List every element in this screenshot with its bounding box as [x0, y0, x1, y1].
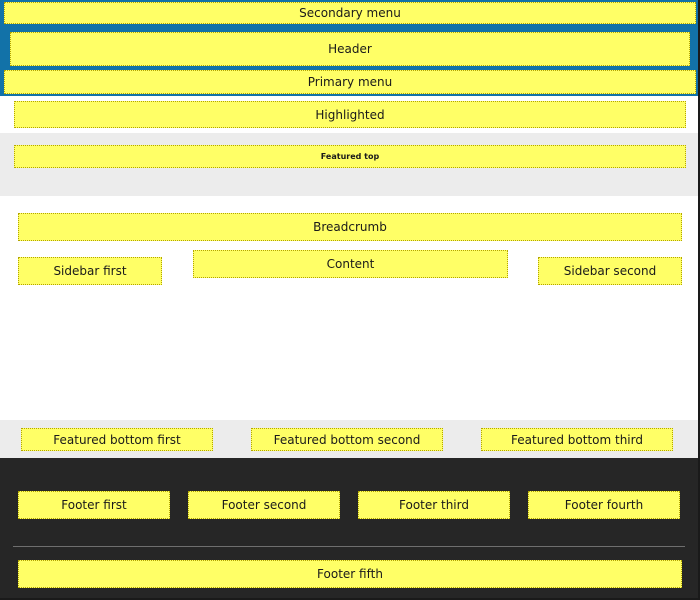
region-highlighted[interactable]: Highlighted: [14, 101, 686, 128]
region-featured-bottom-first[interactable]: Featured bottom first: [21, 428, 213, 451]
region-header[interactable]: Header: [10, 32, 690, 66]
region-footer-fourth[interactable]: Footer fourth: [528, 491, 680, 519]
region-secondary-menu[interactable]: Secondary menu: [4, 2, 696, 24]
footer-divider: [13, 546, 685, 547]
region-sidebar-second[interactable]: Sidebar second: [538, 257, 682, 285]
region-sidebar-first[interactable]: Sidebar first: [18, 257, 162, 285]
region-footer-first[interactable]: Footer first: [18, 491, 170, 519]
region-featured-bottom-third[interactable]: Featured bottom third: [481, 428, 673, 451]
page-layout-preview: Secondary menu Header Primary menu Highl…: [0, 0, 700, 600]
region-footer-second[interactable]: Footer second: [188, 491, 340, 519]
region-footer-third[interactable]: Footer third: [358, 491, 510, 519]
region-breadcrumb[interactable]: Breadcrumb: [18, 213, 682, 241]
region-footer-fifth[interactable]: Footer fifth: [18, 560, 682, 588]
region-primary-menu[interactable]: Primary menu: [4, 70, 696, 94]
region-featured-top[interactable]: Featured top: [14, 145, 686, 168]
region-content[interactable]: Content: [193, 250, 508, 278]
region-featured-bottom-second[interactable]: Featured bottom second: [251, 428, 443, 451]
